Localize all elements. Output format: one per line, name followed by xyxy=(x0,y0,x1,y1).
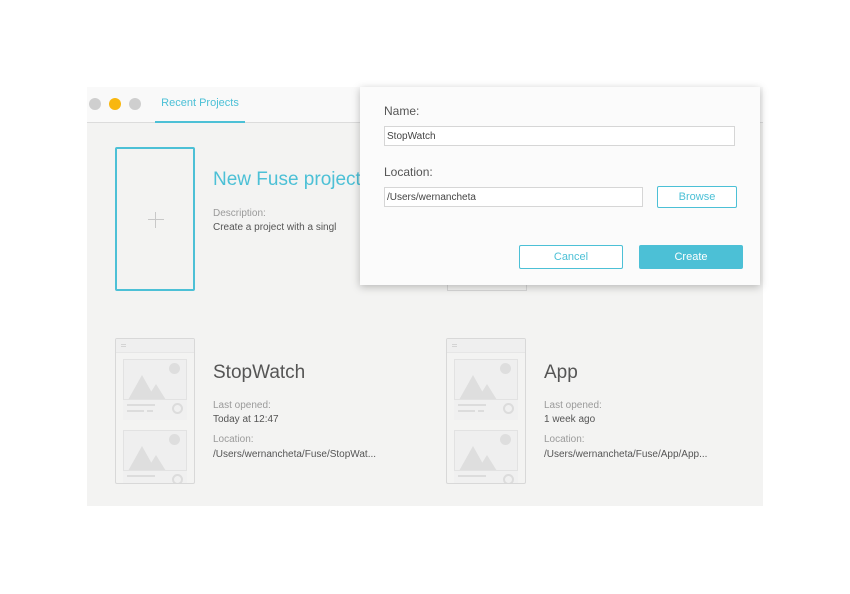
new-project-title[interactable]: New Fuse project xyxy=(213,169,361,191)
location-label: Location: xyxy=(544,434,585,445)
maximize-window-button[interactable] xyxy=(129,98,141,110)
image-placeholder-icon xyxy=(454,430,518,471)
name-input[interactable] xyxy=(384,126,735,146)
minimize-window-button[interactable] xyxy=(109,98,121,110)
menu-icon xyxy=(452,344,457,345)
heart-icon xyxy=(172,474,183,483)
plus-icon xyxy=(148,212,164,228)
heart-icon xyxy=(503,403,514,414)
cancel-button[interactable]: Cancel xyxy=(519,245,623,269)
location-label: Location: xyxy=(213,434,254,445)
image-placeholder-icon xyxy=(123,359,187,400)
last-opened-label: Last opened: xyxy=(544,400,602,411)
project-name[interactable]: App xyxy=(544,362,578,384)
project-thumbnail-app[interactable] xyxy=(446,338,526,484)
last-opened-label: Last opened: xyxy=(213,400,271,411)
last-opened-value: Today at 12:47 xyxy=(213,414,279,425)
close-window-button[interactable] xyxy=(89,98,101,110)
new-project-card[interactable] xyxy=(115,147,195,291)
menu-icon xyxy=(121,344,126,345)
description-text: Create a project with a singl xyxy=(213,222,337,233)
heart-icon xyxy=(503,474,514,483)
browse-button[interactable]: Browse xyxy=(657,186,737,208)
last-opened-value: 1 week ago xyxy=(544,414,596,425)
project-name[interactable]: StopWatch xyxy=(213,362,305,384)
create-button[interactable]: Create xyxy=(639,245,743,269)
heart-icon xyxy=(172,403,183,414)
location-label: Location: xyxy=(384,165,433,179)
tab-recent-projects[interactable]: Recent Projects xyxy=(155,87,245,123)
location-input[interactable] xyxy=(384,187,643,207)
description-label: Description: xyxy=(213,208,266,219)
new-project-dialog: Name: Location: Browse Cancel Create xyxy=(360,87,760,285)
image-placeholder-icon xyxy=(123,430,187,471)
name-label: Name: xyxy=(384,104,420,118)
image-placeholder-icon xyxy=(454,359,518,400)
location-value: /Users/wernancheta/Fuse/App/App... xyxy=(544,449,708,460)
project-thumbnail-stopwatch[interactable] xyxy=(115,338,195,484)
location-value: /Users/wernancheta/Fuse/StopWat... xyxy=(213,449,377,460)
